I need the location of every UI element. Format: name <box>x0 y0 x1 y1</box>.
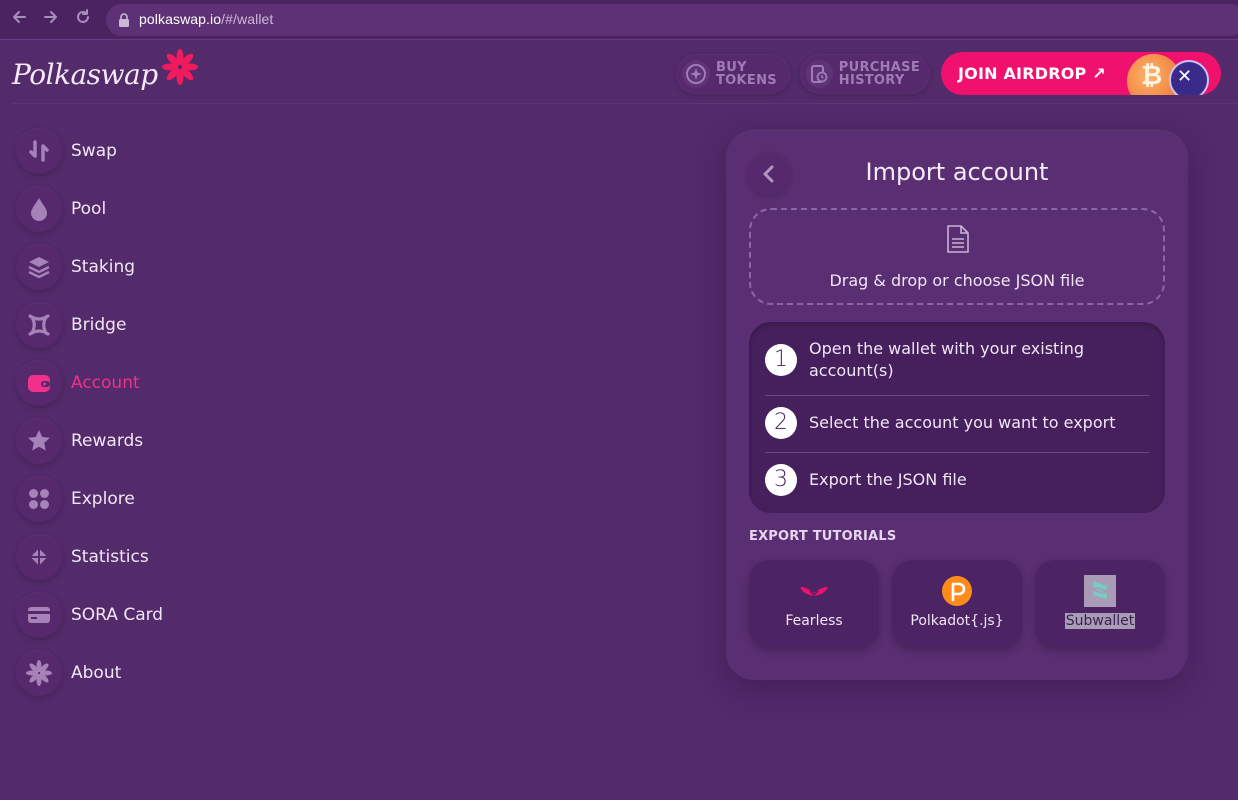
buy-tokens-icon <box>682 60 710 88</box>
json-file-dropzone[interactable]: Drag & drop or choose JSON file <box>749 208 1165 305</box>
list-item: 3 Export the JSON file <box>765 464 1149 496</box>
sidebar-item-label: Swap <box>71 141 117 161</box>
sidebar-item-label: Staking <box>71 257 136 277</box>
purchase-history-label: PURCHASE HISTORY <box>838 60 920 88</box>
forward-arrow-icon[interactable] <box>39 8 63 32</box>
purchase-history-icon <box>806 60 833 88</box>
sidebar-item-statistics[interactable]: Statistics <box>16 528 316 586</box>
sidebar-item-staking[interactable]: Staking <box>16 238 316 296</box>
sidebar-item-pool[interactable]: Pool <box>16 180 316 238</box>
list-item: 2 Select the account you want to export <box>765 407 1149 439</box>
sidebar-item-label: Explore <box>71 489 135 509</box>
airdrop-coin-icon: ✕ <box>1169 60 1209 95</box>
sidebar-item-bridge[interactable]: Bridge <box>16 296 316 354</box>
star-icon <box>16 418 62 464</box>
import-account-panel: Import account Drag & drop or choose JSO… <box>726 130 1188 680</box>
sidebar-item-label: About <box>71 663 122 683</box>
card-icon <box>16 592 62 638</box>
logo-text: Polkaswap <box>12 57 158 91</box>
step-text: Export the JSON file <box>809 470 967 489</box>
reload-icon[interactable] <box>71 8 95 32</box>
tutorial-label: Polkadot{.js} <box>910 613 1004 629</box>
sidebar-item-label: Account <box>71 373 140 393</box>
tutorial-card-fearless[interactable]: Fearless <box>749 560 879 648</box>
bridge-icon <box>16 302 62 348</box>
sidebar-nav: Swap Pool Staking Bridge Account Rewards <box>16 122 316 702</box>
polkaswap-logo[interactable]: Polkaswap <box>12 49 200 96</box>
tutorial-card-polkadot[interactable]: Polkadot{.js} <box>892 560 1022 648</box>
page-title: Import account <box>865 158 1049 186</box>
buy-tokens-label: BUY TOKENS <box>716 60 777 88</box>
step-number: 2 <box>765 407 797 439</box>
step-text: Select the account you want to export <box>809 413 1116 432</box>
sidebar-item-account[interactable]: Account <box>16 354 316 412</box>
browser-toolbar: polkaswap.io/#/wallet <box>0 0 1238 40</box>
dropzone-label: Drag & drop or choose JSON file <box>829 271 1085 290</box>
divider <box>765 395 1149 396</box>
sidebar-item-explore[interactable]: Explore <box>16 470 316 528</box>
lock-icon <box>119 13 129 27</box>
grid-icon <box>16 476 62 522</box>
sidebar-item-about[interactable]: About <box>16 644 316 702</box>
document-icon <box>947 225 969 253</box>
step-number: 3 <box>765 464 797 496</box>
flower-icon <box>16 650 62 696</box>
sidebar-item-sora-card[interactable]: SORA Card <box>16 586 316 644</box>
tutorial-card-subwallet[interactable]: Subwallet <box>1035 560 1165 648</box>
statistics-icon <box>16 534 62 580</box>
list-item: 1 Open the wallet with your existing acc… <box>765 338 1149 382</box>
import-steps-list: 1 Open the wallet with your existing acc… <box>749 322 1165 513</box>
drop-icon <box>16 186 62 232</box>
step-number: 1 <box>765 344 797 376</box>
sidebar-item-label: SORA Card <box>71 605 164 625</box>
swap-icon <box>16 128 62 174</box>
fearless-icon <box>800 587 828 597</box>
tutorial-label: Subwallet <box>1035 613 1165 629</box>
tutorial-label-text: Subwallet <box>1064 613 1136 629</box>
sidebar-item-rewards[interactable]: Rewards <box>16 412 316 470</box>
tutorial-label: Fearless <box>785 613 843 629</box>
join-airdrop-label: JOIN AIRDROP ↗ <box>958 64 1106 83</box>
sidebar-item-label: Statistics <box>71 547 149 567</box>
purchase-history-button[interactable]: PURCHASE HISTORY <box>800 54 930 94</box>
join-airdrop-button[interactable]: JOIN AIRDROP ↗ ₿ ✕ <box>941 52 1221 95</box>
layers-icon <box>16 244 62 290</box>
wallet-icon <box>16 360 62 406</box>
sidebar-item-label: Rewards <box>71 431 144 451</box>
sidebar-item-label: Bridge <box>71 315 127 335</box>
logo-flower-icon <box>161 49 198 85</box>
step-text: Open the wallet with your existing accou… <box>809 339 1085 380</box>
sidebar-item-label: Pool <box>71 199 107 219</box>
sidebar-item-swap[interactable]: Swap <box>16 122 316 180</box>
divider <box>765 452 1149 453</box>
subwallet-icon <box>1084 575 1116 607</box>
export-tutorials-heading: EXPORT TUTORIALS <box>749 529 897 544</box>
address-bar[interactable]: polkaswap.io/#/wallet <box>106 4 1238 36</box>
buy-tokens-button[interactable]: BUY TOKENS <box>676 54 790 94</box>
polkadot-icon <box>942 576 972 606</box>
back-arrow-icon[interactable] <box>7 8 31 32</box>
header-divider <box>12 103 1238 104</box>
url-text: polkaswap.io/#/wallet <box>139 11 274 27</box>
